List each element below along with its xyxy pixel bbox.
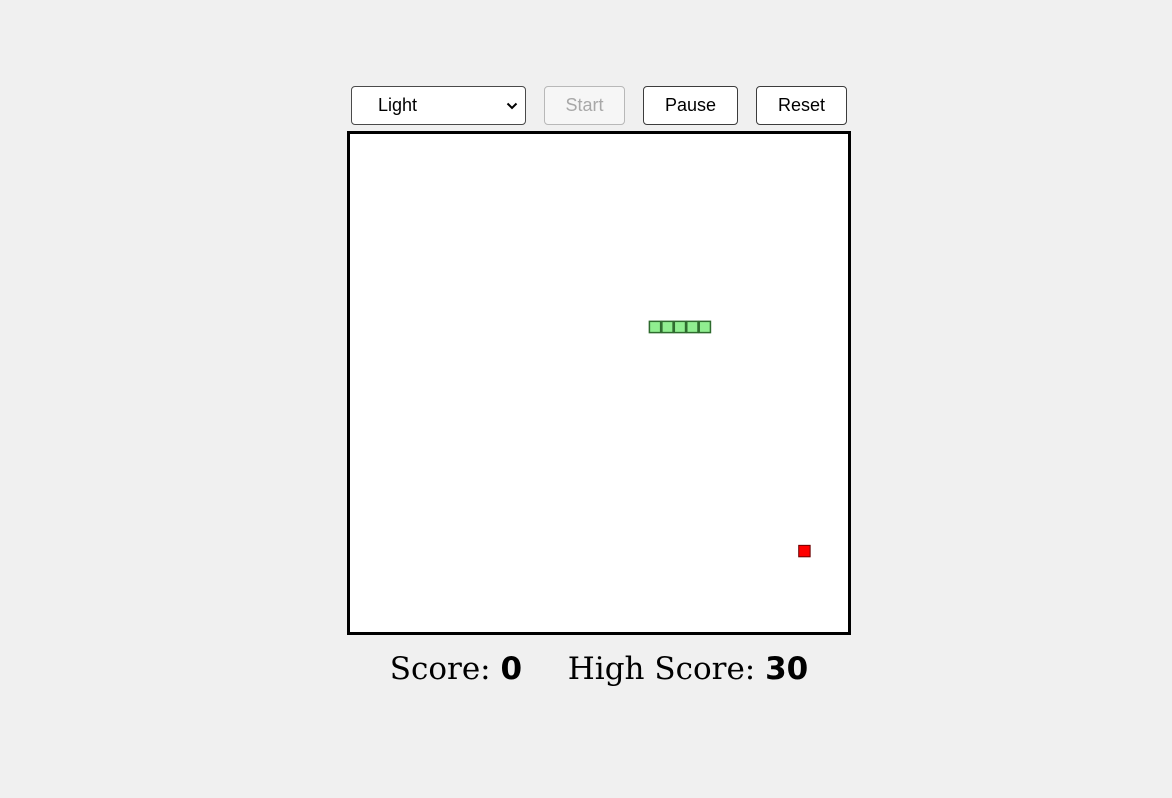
snake-segment [698, 320, 712, 334]
high-score-label: High Score: [567, 651, 756, 687]
reset-button[interactable]: Reset [756, 86, 847, 125]
controls-bar: Light Start Pause Reset [351, 86, 847, 125]
pause-button[interactable]: Pause [643, 86, 738, 125]
theme-select-value: Light [378, 95, 418, 115]
snake-segment [673, 320, 687, 334]
food-item [798, 544, 811, 558]
start-button[interactable]: Start [544, 86, 625, 125]
snake-segment [686, 320, 699, 334]
snake-segment [648, 320, 662, 334]
theme-select[interactable]: Light [351, 86, 526, 125]
high-score-value: 30 [765, 651, 809, 687]
score-label: Score: [389, 651, 491, 687]
game-canvas [648, 320, 811, 558]
score-value: 0 [500, 651, 523, 687]
snake-segment [661, 320, 674, 334]
chevron-down-icon [501, 86, 523, 125]
game-board[interactable] [347, 131, 851, 635]
score-display: Score: 0 High Score: 30 [347, 646, 851, 692]
